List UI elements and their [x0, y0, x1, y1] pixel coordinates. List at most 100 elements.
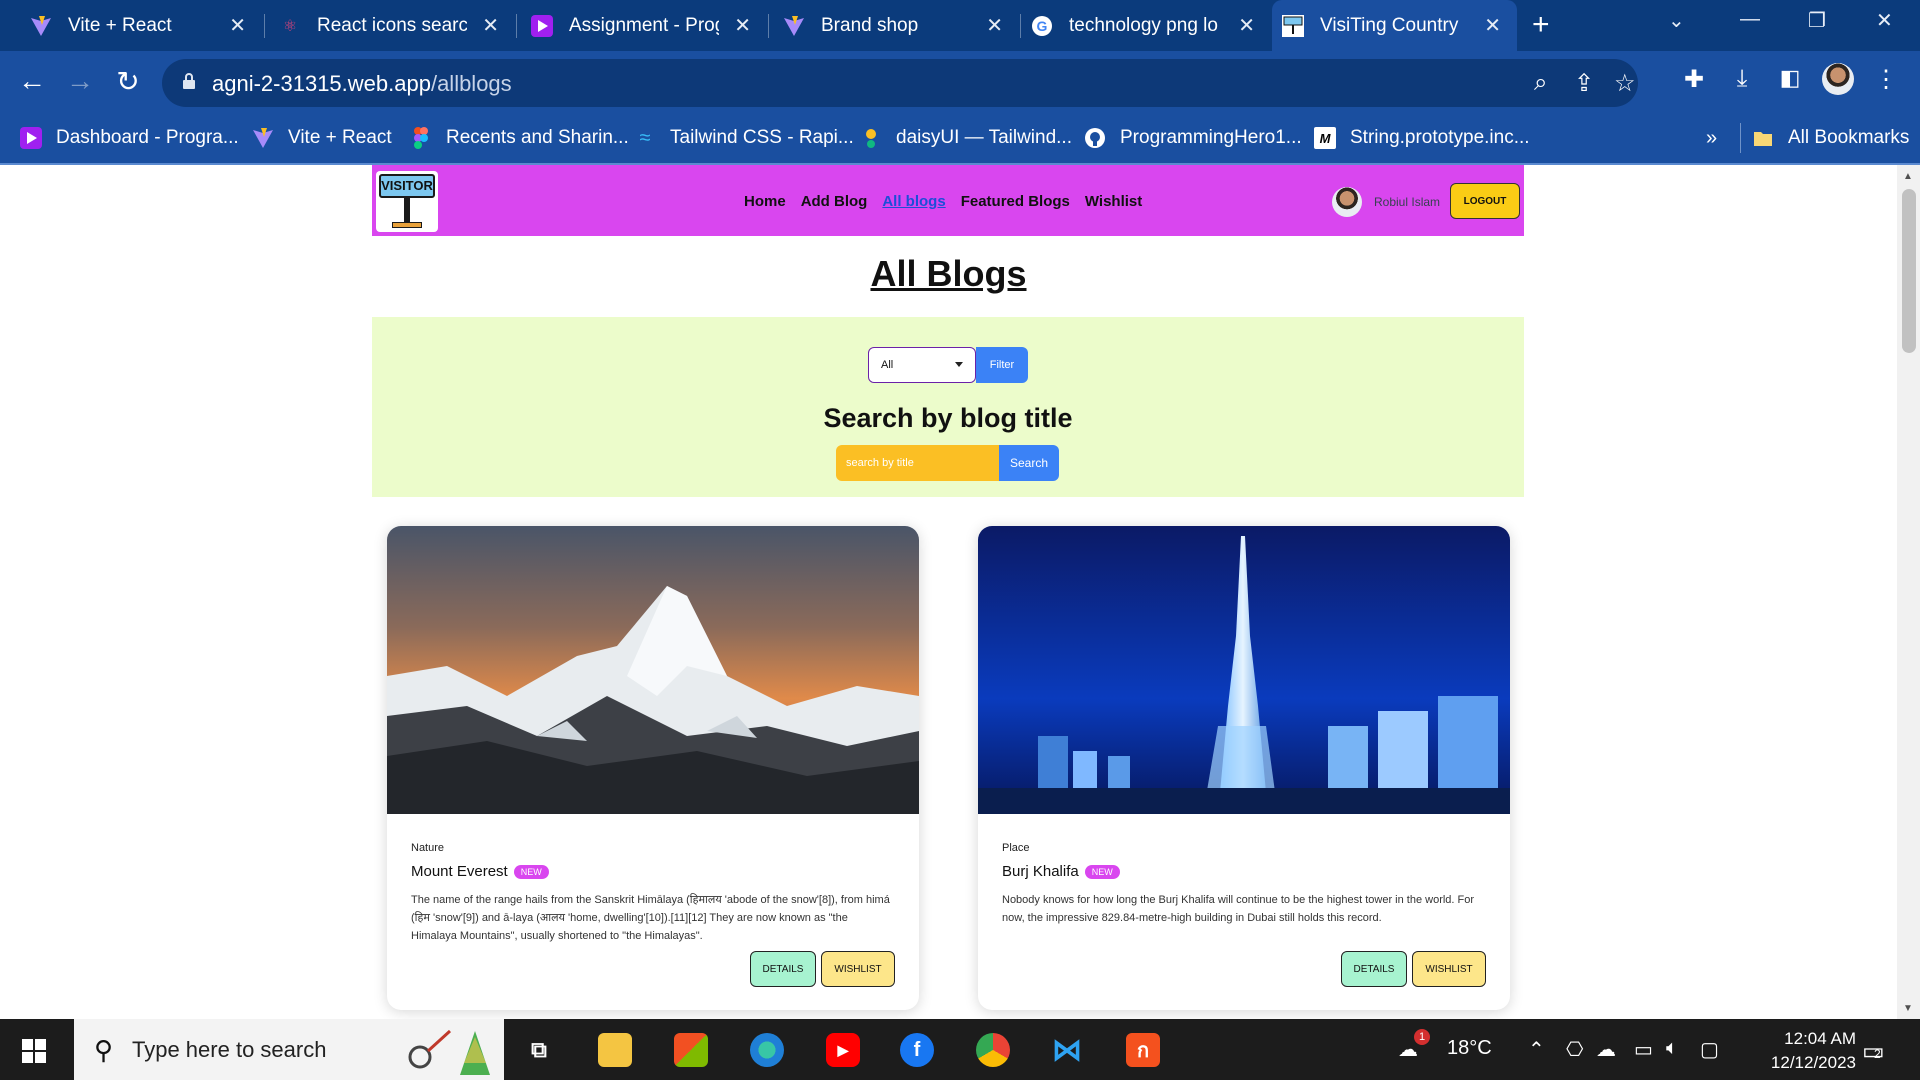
share-icon[interactable]: ⇪: [1574, 69, 1594, 98]
taskbar-search-placeholder: Type here to search: [132, 1037, 327, 1062]
chrome-icon[interactable]: [976, 1033, 1010, 1067]
details-button[interactable]: DETAILS: [1341, 951, 1407, 987]
details-button[interactable]: DETAILS: [750, 951, 816, 987]
logo-post: [404, 198, 410, 222]
user-avatar: [1332, 187, 1362, 217]
filter-panel: All Filter Search by blog title Search: [372, 317, 1524, 497]
taskbar-search-box[interactable]: ⚲ Type here to search: [74, 1019, 504, 1080]
tab-assignment[interactable]: Assignment - Prog ✕: [517, 0, 767, 51]
figma-icon: [410, 127, 432, 149]
bookmark-item[interactable]: M String.prototype.inc...: [1314, 127, 1530, 149]
weather-temp[interactable]: 18°C: [1447, 1037, 1492, 1060]
blog-title-text: Burj Khalifa: [1002, 863, 1079, 880]
close-icon[interactable]: ✕: [229, 13, 246, 38]
svg-text:G: G: [1037, 18, 1048, 34]
close-icon[interactable]: ✕: [1484, 13, 1501, 38]
page-scrollbar[interactable]: ▲ ▼: [1897, 165, 1920, 1019]
tab-visiting-country[interactable]: VisiTing Country ✕: [1272, 0, 1517, 51]
zoom-icon[interactable]: ⌕: [1534, 69, 1547, 97]
scrollbar-thumb[interactable]: [1902, 189, 1916, 353]
bookmarks-overflow-button[interactable]: »: [1706, 127, 1717, 150]
tab-vite-react[interactable]: Vite + React ✕: [0, 0, 262, 51]
site-navbar: VISITOR Home Add Blog All blogs Featured…: [372, 165, 1524, 236]
wishlist-button[interactable]: WISHLIST: [821, 951, 895, 987]
battery-icon[interactable]: ▭: [1634, 1037, 1653, 1062]
clock-time: 12:04 AM: [1784, 1029, 1856, 1048]
bookmark-item[interactable]: daisyUI — Tailwind...: [860, 127, 1072, 149]
bookmark-item[interactable]: ≈ Tailwind CSS - Rapi...: [634, 127, 854, 149]
tab-react-icons[interactable]: ⚛ React icons search ✕: [265, 0, 515, 51]
blog-description: Nobody knows for how long the Burj Khali…: [1002, 894, 1475, 924]
google-icon: G: [1031, 15, 1053, 37]
menu-kebab-icon[interactable]: ⋮: [1868, 65, 1904, 94]
facebook-icon[interactable]: f: [900, 1033, 934, 1067]
weather-badge: 1: [1414, 1029, 1430, 1045]
tab-google-search[interactable]: G technology png lo ✕: [1021, 0, 1271, 51]
tray-chevron-up-icon[interactable]: ⌃: [1528, 1037, 1545, 1062]
taskbar-clock[interactable]: 12:04 AM 12/12/2023: [1738, 1027, 1856, 1075]
folder-icon: [1752, 127, 1774, 149]
nav-all-blogs[interactable]: All blogs: [882, 193, 945, 210]
site-logo[interactable]: VISITOR: [376, 171, 438, 232]
close-icon[interactable]: ✕: [482, 13, 499, 38]
close-icon[interactable]: ✕: [986, 13, 1003, 38]
side-panel-icon[interactable]: ◧: [1772, 65, 1808, 91]
nav-add-blog[interactable]: Add Blog: [801, 193, 868, 210]
programming-hero-icon: [20, 127, 42, 149]
close-window-button[interactable]: ✕: [1876, 8, 1893, 33]
youtube-icon[interactable]: ▶: [826, 1033, 860, 1067]
bookmark-label: Dashboard - Progra...: [56, 127, 239, 148]
bookmark-item[interactable]: Vite + React: [252, 127, 392, 149]
search-button[interactable]: Search: [999, 445, 1059, 481]
restore-button[interactable]: ❐: [1808, 8, 1826, 33]
filter-button[interactable]: Filter: [976, 347, 1028, 383]
bookmark-item[interactable]: Dashboard - Progra...: [20, 127, 239, 149]
download-icon[interactable]: ⤓: [1724, 65, 1760, 93]
close-icon[interactable]: ✕: [1238, 13, 1255, 38]
logout-button[interactable]: LOGOUT: [1450, 183, 1520, 219]
react-icon: ⚛: [282, 17, 298, 35]
vite-icon: [30, 15, 52, 37]
minimize-button[interactable]: —: [1740, 8, 1760, 31]
network-icon[interactable]: ▢: [1700, 1037, 1719, 1062]
back-button[interactable]: ←: [14, 65, 50, 97]
tab-search-icon[interactable]: ⌄: [1668, 8, 1685, 33]
address-bar[interactable]: agni-2-31315.web.app/allblogs ⌕ ⇪ ☆: [162, 59, 1638, 107]
tab-brand-shop[interactable]: Brand shop ✕: [769, 0, 1019, 51]
vscode-icon[interactable]: ⋈: [1050, 1033, 1084, 1067]
scroll-down-icon[interactable]: ▼: [1903, 1003, 1913, 1014]
page-title: All Blogs: [870, 253, 1027, 294]
category-select[interactable]: All: [868, 347, 976, 383]
profile-avatar[interactable]: [1822, 63, 1854, 95]
search-highlight-art: [408, 1029, 490, 1075]
all-bookmarks-button[interactable]: All Bookmarks: [1752, 127, 1909, 149]
reload-button[interactable]: ↻: [110, 65, 146, 98]
cloud-icon[interactable]: ☁: [1596, 1037, 1616, 1062]
edge-icon[interactable]: [750, 1033, 784, 1067]
all-bookmarks-label: All Bookmarks: [1788, 127, 1910, 148]
task-view-icon[interactable]: ⧉: [522, 1033, 556, 1067]
logo-base: [392, 222, 422, 228]
app-icon[interactable]: ก: [1126, 1033, 1160, 1067]
windows-start-icon[interactable]: [22, 1039, 46, 1063]
wishlist-button[interactable]: WISHLIST: [1412, 951, 1486, 987]
tab-title: technology png lo: [1069, 14, 1218, 36]
meet-now-icon[interactable]: ⎔: [1566, 1037, 1583, 1062]
volume-icon[interactable]: 🔈︎: [1666, 1037, 1678, 1060]
extensions-icon[interactable]: ✚: [1676, 65, 1712, 94]
forward-button[interactable]: →: [62, 65, 98, 97]
nav-featured-blogs[interactable]: Featured Blogs: [961, 193, 1070, 210]
nav-wishlist[interactable]: Wishlist: [1085, 193, 1142, 210]
new-badge: NEW: [513, 864, 549, 879]
search-input[interactable]: [836, 445, 999, 481]
nav-home[interactable]: Home: [744, 193, 786, 210]
file-explorer-icon[interactable]: [598, 1033, 632, 1067]
close-icon[interactable]: ✕: [734, 13, 751, 38]
microsoft-store-icon[interactable]: [674, 1033, 708, 1067]
bookmark-item[interactable]: ProgrammingHero1...: [1084, 127, 1302, 149]
scroll-up-icon[interactable]: ▲: [1903, 171, 1913, 182]
bookmark-label: Vite + React: [288, 127, 392, 148]
bookmark-star-icon[interactable]: ☆: [1614, 69, 1636, 98]
new-tab-button[interactable]: +: [1532, 8, 1550, 42]
bookmark-item[interactable]: Recents and Sharin...: [410, 127, 629, 149]
